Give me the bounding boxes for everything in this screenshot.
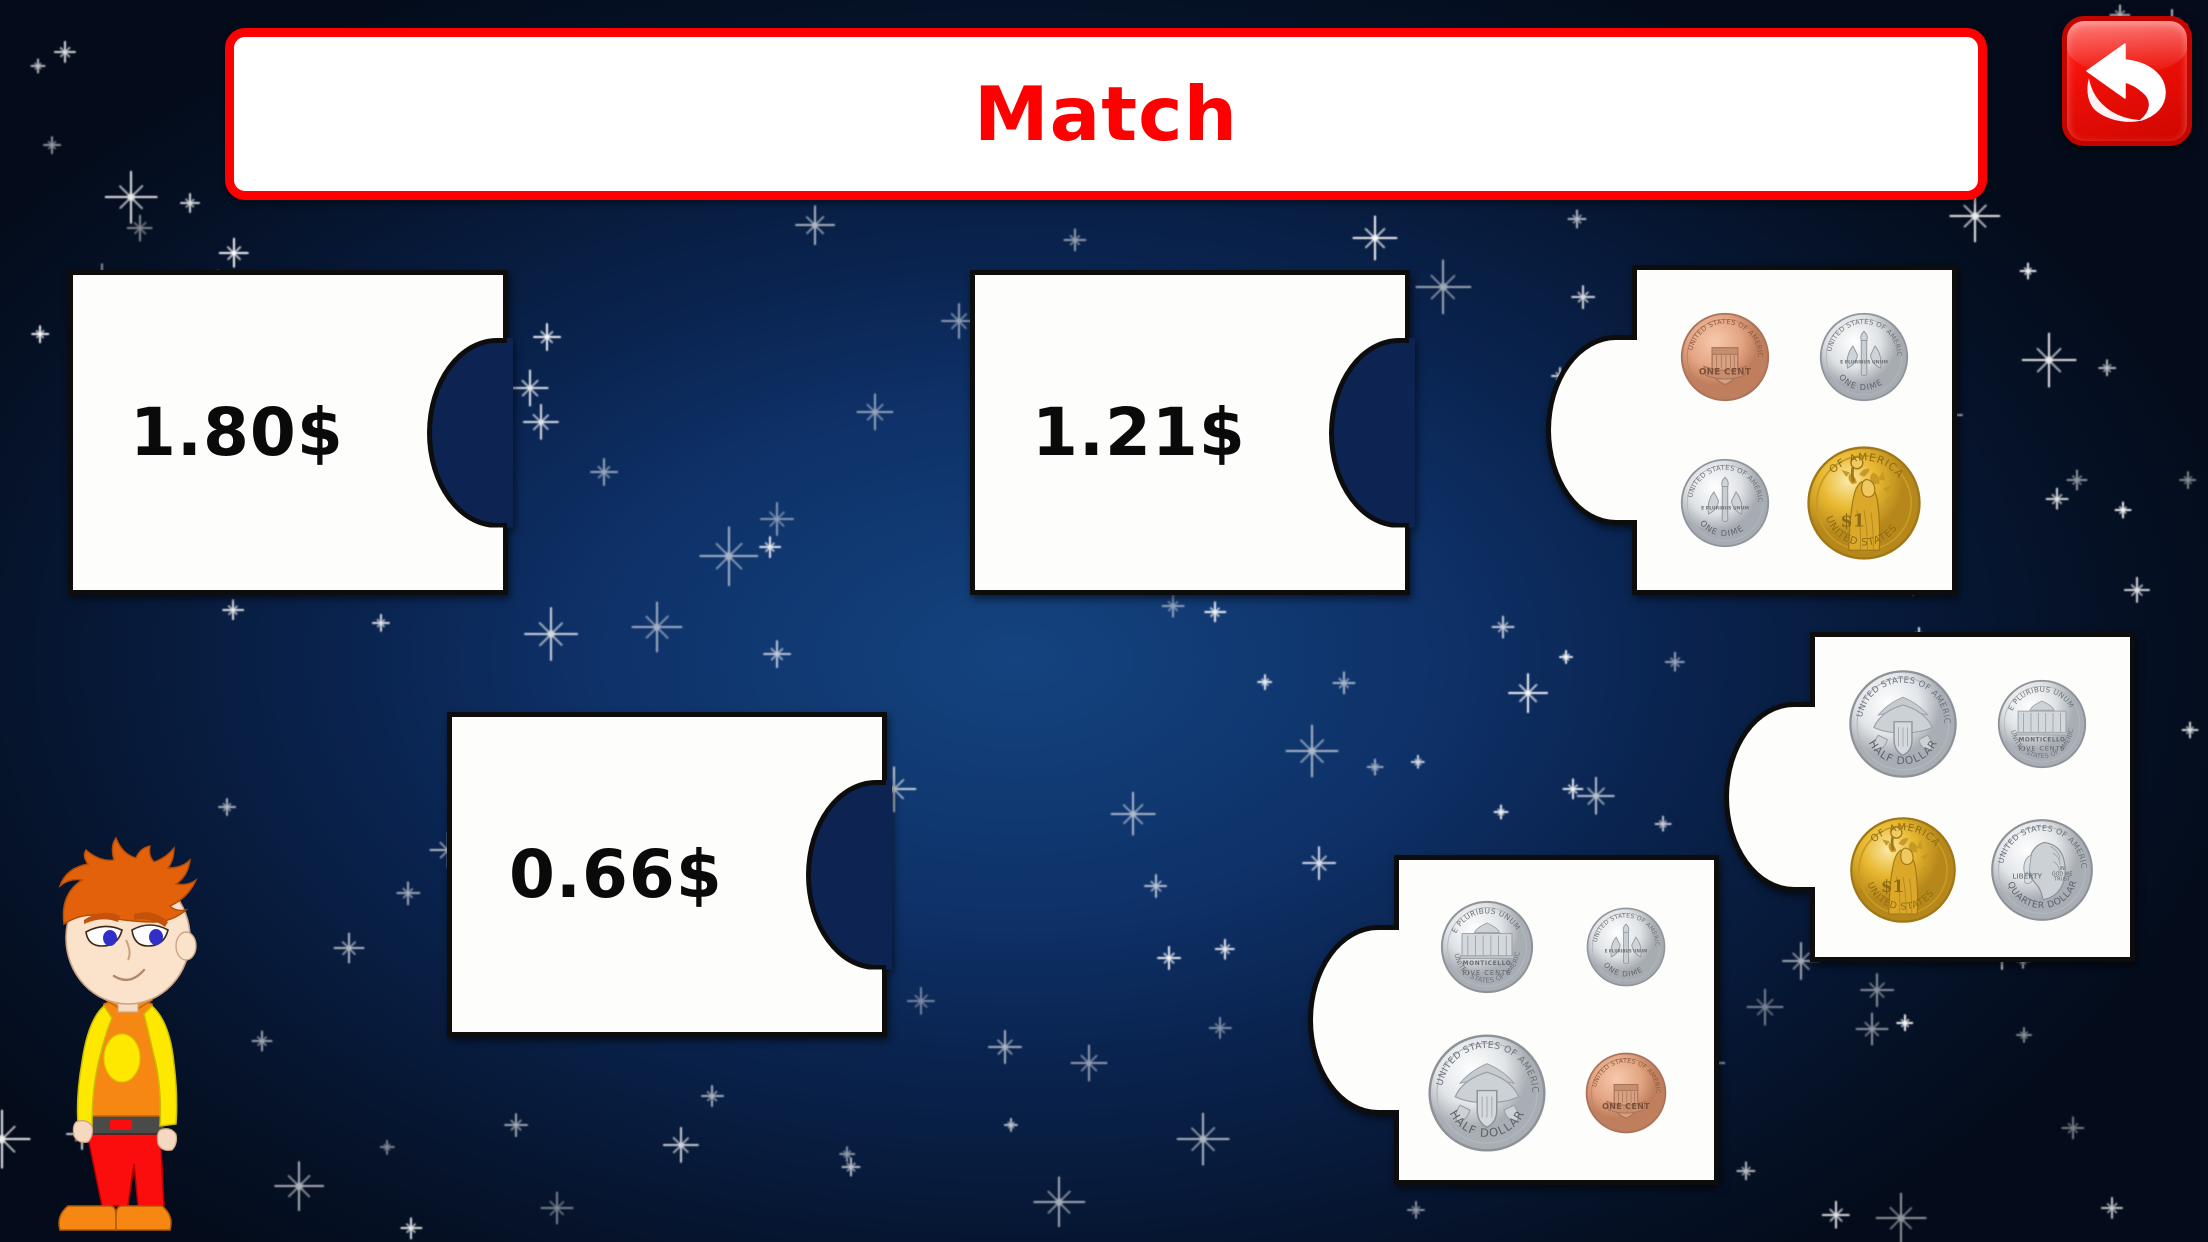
svg-text:LIBERTY: LIBERTY: [2013, 871, 2043, 880]
svg-text:TRUST: TRUST: [2053, 877, 2070, 883]
coin-piece-3[interactable]: MONTICELLO FIVE CENTS E PLURIBUS UNUM UN…: [1308, 855, 1719, 1185]
svg-text:$1: $1: [1881, 877, 1904, 896]
price-piece-1[interactable]: 1.80$: [68, 270, 513, 595]
price-label-1: 1.80$: [130, 394, 344, 471]
price-label-2: 1.21$: [1032, 394, 1246, 471]
dime-coin: E PLURIBUS UNUM UNITED STATES OF AMERICA…: [1679, 457, 1769, 548]
quarter-coin: LIBERTY IN GOD WE TRUST UNITED STATES OF…: [1989, 817, 2094, 921]
svg-text:ONE CENT: ONE CENT: [1699, 367, 1751, 377]
penny-coin: ONE CENT UNITED STATES OF AMERICA: [1679, 311, 1769, 402]
back-button[interactable]: Back: [2062, 16, 2192, 146]
svg-text:ONE CENT: ONE CENT: [1602, 1102, 1650, 1111]
penny-coin: ONE CENT UNITED STATES OF AMERICA: [1584, 1051, 1667, 1134]
price-label-3: 0.66$: [509, 836, 723, 913]
dime-coin: E PLURIBUS UNUM UNITED STATES OF AMERICA…: [1585, 906, 1666, 987]
title-bar: Match: [225, 28, 1987, 200]
dollar-coin: $1 OF AMERICA UNITED STATES: [1849, 817, 1956, 923]
back-arrow-icon: [2086, 43, 2166, 122]
dime-coin: E PLURIBUS UNUM UNITED STATES OF AMERICA…: [1818, 311, 1909, 402]
svg-text:E PLURIBUS UNUM: E PLURIBUS UNUM: [1605, 949, 1648, 954]
coin-grid-2: UNITED STATES OF AMERICA HALF DOLLAR MON…: [1815, 637, 2130, 957]
game-screen: Match Back 1.80$ 1.21$ 0.66$: [0, 0, 2208, 1242]
half-dollar-coin: UNITED STATES OF AMERICA HALF DOLLAR: [1426, 1032, 1546, 1152]
puzzle-tab: [1308, 925, 1408, 1115]
cartoon-boy-character: [58, 836, 198, 1231]
nickel-coin: MONTICELLO FIVE CENTS E PLURIBUS UNUM UN…: [1439, 899, 1533, 994]
price-piece-2[interactable]: 1.21$: [970, 270, 1415, 595]
svg-text:E PLURIBUS UNUM: E PLURIBUS UNUM: [1840, 359, 1888, 365]
coin-grid-1: ONE CENT UNITED STATES OF AMERICA E PLUR…: [1637, 270, 1952, 590]
coin-grid-3: MONTICELLO FIVE CENTS E PLURIBUS UNUM UN…: [1399, 860, 1714, 1180]
dollar-coin: $1 OF AMERICA UNITED STATES: [1807, 446, 1921, 560]
half-dollar-coin: UNITED STATES OF AMERICA HALF DOLLAR: [1847, 668, 1957, 778]
coin-piece-1[interactable]: ONE CENT UNITED STATES OF AMERICA E PLUR…: [1546, 265, 1957, 595]
svg-text:MONTICELLO: MONTICELLO: [2019, 737, 2066, 743]
puzzle-tab: [1546, 335, 1646, 525]
price-piece-3[interactable]: 0.66$: [447, 712, 892, 1037]
puzzle-tab: [1724, 702, 1824, 892]
page-title: Match: [974, 69, 1238, 158]
coin-piece-2[interactable]: UNITED STATES OF AMERICA HALF DOLLAR MON…: [1724, 632, 2135, 962]
svg-text:$1: $1: [1841, 511, 1866, 532]
nickel-coin: MONTICELLO FIVE CENTS E PLURIBUS UNUM UN…: [1996, 678, 2087, 769]
svg-text:E PLURIBUS UNUM: E PLURIBUS UNUM: [1701, 505, 1749, 511]
svg-text:MONTICELLO: MONTICELLO: [1462, 960, 1511, 967]
